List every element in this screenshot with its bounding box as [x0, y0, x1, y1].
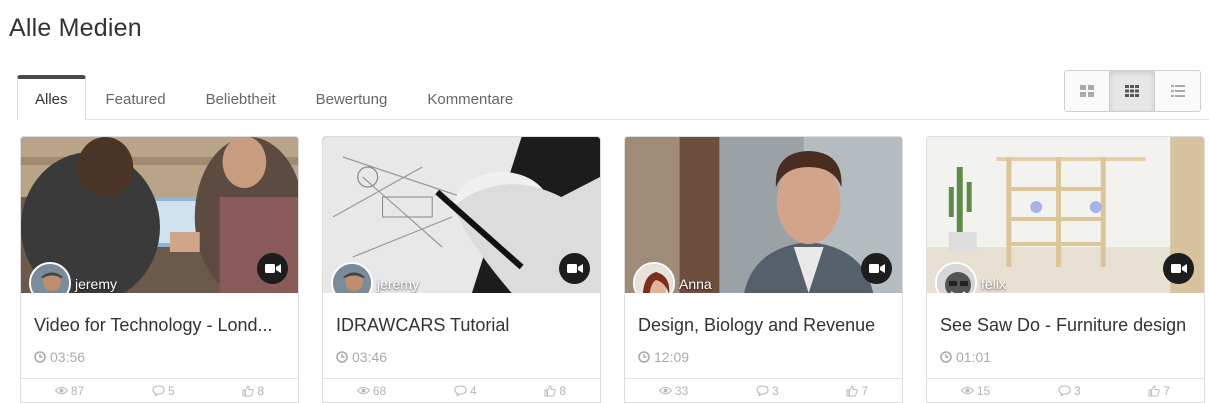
author-name[interactable]: jeremy [75, 276, 117, 292]
media-toolbar: Alles Featured Beliebtheit Bewertung Kom… [17, 62, 1209, 121]
video-camera-icon [566, 264, 583, 273]
eye-icon [54, 386, 68, 395]
tab-beliebtheit[interactable]: Beliebtheit [186, 78, 296, 120]
video-camera-icon [264, 264, 281, 273]
eye-icon [658, 386, 672, 395]
video-badge [257, 253, 288, 284]
video-badge [861, 253, 892, 284]
author-name[interactable]: felix [981, 276, 1006, 292]
likes-count: 7 [861, 383, 869, 398]
comment-icon [454, 385, 467, 396]
video-thumbnail[interactable]: felix [927, 137, 1204, 293]
media-title[interactable]: Video for Technology - Lond... [34, 315, 273, 336]
medium-grid-icon [1125, 85, 1139, 97]
comment-icon [1058, 385, 1071, 396]
comment-icon [756, 385, 769, 396]
view-toggle [1064, 70, 1201, 112]
stats-bar: 33 3 7 [625, 378, 902, 402]
views-stat: 68 [356, 383, 387, 398]
comments-count: 3 [771, 383, 779, 398]
video-badge [559, 253, 590, 284]
clock-icon [336, 351, 348, 363]
media-title[interactable]: Design, Biology and Revenue [638, 315, 875, 336]
media-title[interactable]: IDRAWCARS Tutorial [336, 315, 509, 336]
stats-bar: 68 4 8 [323, 378, 600, 402]
comments-count: 3 [1073, 383, 1081, 398]
video-thumbnail[interactable]: jeremy [323, 137, 600, 293]
views-stat: 33 [658, 383, 689, 398]
duration-value: 01:01 [956, 349, 992, 365]
tab-alles[interactable]: Alles [17, 75, 86, 121]
media-grid: jeremy Video for Technology - Lond... 03… [20, 136, 1209, 403]
duration: 03:56 [34, 349, 85, 365]
comments-count: 5 [167, 383, 175, 398]
medium-grid-view-button[interactable] [1110, 71, 1155, 111]
eye-icon [356, 386, 370, 395]
stats-bar: 87 5 8 [21, 378, 298, 402]
comments-stat: 5 [152, 384, 175, 398]
duration-value: 03:46 [352, 349, 388, 365]
tab-featured[interactable]: Featured [86, 78, 186, 120]
tab-kommentare[interactable]: Kommentare [407, 78, 533, 120]
author-name[interactable]: Anna [679, 276, 712, 292]
clock-icon [34, 351, 46, 363]
comments-count: 4 [469, 383, 477, 398]
views-count: 33 [674, 383, 689, 398]
duration-value: 12:09 [654, 349, 690, 365]
views-stat: 87 [54, 383, 85, 398]
stats-bar: 15 3 7 [927, 378, 1204, 402]
comments-stat: 3 [756, 384, 779, 398]
clock-icon [638, 351, 650, 363]
media-card[interactable]: jeremy IDRAWCARS Tutorial 03:46 68 4 8 [322, 136, 601, 403]
likes-stat[interactable]: 7 [846, 384, 868, 398]
likes-stat[interactable]: 8 [242, 384, 264, 398]
tab-bar: Alles Featured Beliebtheit Bewertung Kom… [17, 72, 533, 121]
video-camera-icon [1170, 264, 1187, 273]
large-grid-icon [1080, 85, 1094, 97]
comments-stat: 3 [1058, 384, 1081, 398]
tab-bewertung[interactable]: Bewertung [296, 78, 408, 120]
likes-stat[interactable]: 7 [1148, 384, 1170, 398]
page-title: Alle Medien [9, 14, 142, 42]
media-title[interactable]: See Saw Do - Furniture design [940, 315, 1186, 336]
views-count: 87 [70, 383, 85, 398]
likes-count: 8 [559, 383, 567, 398]
media-card[interactable]: Anna Design, Biology and Revenue 12:09 3… [624, 136, 903, 403]
views-count: 68 [372, 383, 387, 398]
video-badge [1163, 253, 1194, 284]
views-count: 15 [976, 383, 991, 398]
list-icon [1170, 85, 1185, 97]
comment-icon [152, 385, 165, 396]
author-name[interactable]: jeremy [377, 276, 419, 292]
large-grid-view-button[interactable] [1065, 71, 1110, 111]
duration-value: 03:56 [50, 349, 86, 365]
list-view-button[interactable] [1155, 71, 1200, 111]
media-card[interactable]: jeremy Video for Technology - Lond... 03… [20, 136, 299, 403]
duration: 01:01 [940, 349, 991, 365]
thumbs-up-icon [242, 384, 255, 396]
video-thumbnail[interactable]: Anna [625, 137, 902, 293]
comments-stat: 4 [454, 384, 477, 398]
clock-icon [940, 351, 952, 363]
views-stat: 15 [960, 383, 991, 398]
media-card[interactable]: felix See Saw Do - Furniture design 01:0… [926, 136, 1205, 403]
thumbs-up-icon [1148, 384, 1161, 396]
duration: 03:46 [336, 349, 387, 365]
likes-count: 8 [257, 383, 265, 398]
likes-count: 7 [1163, 383, 1171, 398]
video-thumbnail[interactable]: jeremy [21, 137, 298, 293]
likes-stat[interactable]: 8 [544, 384, 566, 398]
video-camera-icon [868, 264, 885, 273]
eye-icon [960, 386, 974, 395]
thumbs-up-icon [846, 384, 859, 396]
duration: 12:09 [638, 349, 689, 365]
thumbs-up-icon [544, 384, 557, 396]
